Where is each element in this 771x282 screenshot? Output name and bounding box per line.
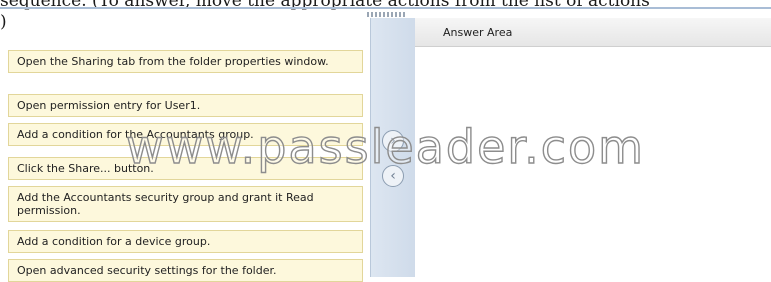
splitter-grip[interactable] <box>366 10 406 18</box>
move-controls-strip: › ‹ <box>370 18 416 277</box>
actions-list: Open the Sharing tab from the folder pro… <box>0 40 370 282</box>
arrow-left-icon[interactable]: ‹ <box>382 165 404 187</box>
action-open-permission-entry[interactable]: Open permission entry for User1. <box>8 94 363 117</box>
arrow-right-icon[interactable]: › <box>382 130 404 152</box>
action-click-share-button[interactable]: Click the Share... button. <box>8 157 363 180</box>
action-add-accountants-group[interactable]: Add the Accountants security group and g… <box>8 186 363 222</box>
top-divider <box>0 7 771 9</box>
question-text-continued: ) <box>0 12 7 32</box>
action-add-device-condition[interactable]: Add a condition for a device group. <box>8 230 363 253</box>
answer-area-dropzone[interactable] <box>415 47 771 277</box>
answer-area-title: Answer Area <box>415 18 771 47</box>
action-open-sharing-tab[interactable]: Open the Sharing tab from the folder pro… <box>8 50 363 73</box>
action-add-accountants-condition[interactable]: Add a condition for the Accountants grou… <box>8 123 363 146</box>
action-open-advanced-security[interactable]: Open advanced security settings for the … <box>8 259 363 282</box>
